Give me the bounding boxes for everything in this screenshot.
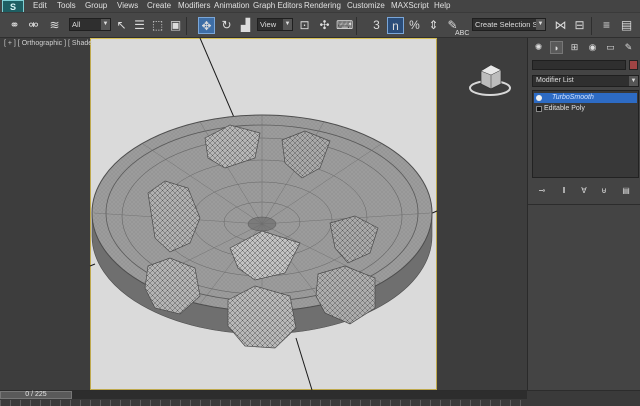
layer-manager-icon[interactable]: ≡ bbox=[598, 17, 615, 34]
pin-stack-icon[interactable]: ⊸ bbox=[536, 184, 548, 197]
motion-tab-icon[interactable]: ◉ bbox=[586, 41, 599, 54]
snap-toggle-icon[interactable]: 3 bbox=[368, 17, 385, 34]
timeline: 0 / 225 bbox=[0, 390, 640, 406]
select-scale-icon[interactable]: ▟ bbox=[237, 17, 254, 34]
menu-maxscript[interactable]: MAXScript bbox=[391, 1, 429, 10]
hierarchy-tab-icon[interactable]: ⊞ bbox=[568, 41, 581, 54]
expand-box-icon[interactable] bbox=[536, 106, 542, 112]
modifier-stack: TurboSmooth Editable Poly bbox=[532, 90, 639, 178]
menu-tools[interactable]: Tools bbox=[57, 1, 76, 10]
keyboard-shortcut-icon[interactable]: ⌨ bbox=[336, 17, 353, 34]
named-selection-dropdown[interactable]: Create Selection Se ▼ bbox=[472, 18, 546, 31]
select-by-name-icon[interactable]: ☰ bbox=[131, 17, 148, 34]
command-panel: ✺ ◗ ⊞ ◉ ▭ ✎ Modifier List ▼ TurboSmooth E… bbox=[527, 38, 640, 390]
make-unique-icon[interactable]: ∀ bbox=[578, 184, 590, 197]
link-icon[interactable]: ⚭ bbox=[6, 17, 23, 34]
menu-edit[interactable]: Edit bbox=[33, 1, 47, 10]
mirror-icon[interactable]: ⋈ bbox=[552, 17, 569, 34]
modifier-list-dropdown[interactable]: Modifier List ▼ bbox=[532, 75, 639, 87]
scene-render bbox=[89, 38, 438, 390]
select-move-icon[interactable]: ✥ bbox=[198, 17, 215, 34]
toolbar-separator bbox=[186, 17, 187, 35]
grid-axis-line bbox=[89, 263, 96, 267]
viewport-label[interactable]: [ + ] [ Orthographic ] [ Shade bbox=[4, 40, 92, 47]
unlink-icon[interactable]: ⚮ bbox=[25, 17, 42, 34]
show-end-result-icon[interactable]: ‖ bbox=[558, 184, 570, 197]
menu-modifiers[interactable]: Modifiers bbox=[178, 1, 210, 10]
align-icon[interactable]: ⊟ bbox=[571, 17, 588, 34]
rect-selection-icon[interactable]: ⬚ bbox=[149, 17, 166, 34]
track-bar[interactable] bbox=[0, 400, 527, 406]
menu-create[interactable]: Create bbox=[147, 1, 171, 10]
time-slider[interactable]: 0 / 225 bbox=[0, 391, 527, 399]
menu-rendering[interactable]: Rendering bbox=[304, 1, 341, 10]
menu-group[interactable]: Group bbox=[85, 1, 107, 10]
chevron-down-icon: ▼ bbox=[283, 19, 292, 30]
panel-divider bbox=[528, 204, 640, 205]
viewcube[interactable] bbox=[465, 58, 515, 98]
bind-space-warp-icon[interactable]: ≋ bbox=[46, 17, 63, 34]
menu-views[interactable]: Views bbox=[117, 1, 138, 10]
stack-tools: ⊸ ‖ ∀ ⊎ ▤ bbox=[532, 183, 639, 199]
abc-label: ABC bbox=[455, 30, 470, 37]
select-object-icon[interactable]: ↖ bbox=[113, 17, 130, 34]
modify-tab-icon[interactable]: ◗ bbox=[550, 41, 563, 54]
select-manipulate-icon[interactable]: ✣ bbox=[316, 17, 333, 34]
menu-graph-editors[interactable]: Graph Editors bbox=[253, 1, 302, 10]
selection-filter-dropdown[interactable]: All ▼ bbox=[69, 18, 111, 31]
display-tab-icon[interactable]: ▭ bbox=[604, 41, 617, 54]
chevron-down-icon: ▼ bbox=[536, 19, 545, 30]
stack-item-editable-poly[interactable]: Editable Poly bbox=[534, 104, 637, 114]
time-slider-handle[interactable]: 0 / 225 bbox=[0, 391, 72, 399]
grid-axis-line bbox=[295, 337, 313, 390]
configure-modifier-sets-icon[interactable]: ▤ bbox=[620, 184, 632, 197]
remove-modifier-icon[interactable]: ⊎ bbox=[598, 184, 610, 197]
menu-customize[interactable]: Customize bbox=[347, 1, 385, 10]
toolbar-separator bbox=[356, 17, 357, 35]
utilities-tab-icon[interactable]: ✎ bbox=[622, 41, 635, 54]
stack-item-turbosmooth[interactable]: TurboSmooth bbox=[534, 93, 637, 103]
menu-help[interactable]: Help bbox=[434, 1, 450, 10]
toolbar-separator bbox=[591, 17, 592, 35]
percent-snap-icon[interactable]: % bbox=[406, 17, 423, 34]
object-color-swatch[interactable] bbox=[629, 60, 638, 70]
object-name-field[interactable] bbox=[532, 60, 626, 70]
viewport-orthographic[interactable]: [ + ] [ Orthographic ] [ Shade bbox=[0, 38, 527, 390]
graphite-toolbar-icon[interactable]: ▤ bbox=[618, 17, 635, 34]
select-rotate-icon[interactable]: ↻ bbox=[218, 17, 235, 34]
bulb-icon[interactable] bbox=[536, 95, 542, 101]
angle-snap-icon[interactable]: n bbox=[387, 17, 404, 34]
menu-bar: S Edit Tools Group Views Create Modifier… bbox=[0, 0, 640, 14]
spinner-snap-icon[interactable]: ⇕ bbox=[425, 17, 442, 34]
chevron-down-icon: ▼ bbox=[629, 76, 638, 86]
create-tab-icon[interactable]: ✺ bbox=[532, 41, 545, 54]
pivot-center-icon[interactable]: ⊡ bbox=[296, 17, 313, 34]
chevron-down-icon: ▼ bbox=[101, 19, 110, 30]
menu-animation[interactable]: Animation bbox=[214, 1, 250, 10]
window-crossing-icon[interactable]: ▣ bbox=[167, 17, 184, 34]
reference-coord-dropdown[interactable]: View ▼ bbox=[257, 18, 293, 31]
main-toolbar: ⚭ ⚮ ≋ All ▼ ↖ ☰ ⬚ ▣ ✥ ↻ ▟ View ▼ ⊡ ✣ ⌨ 3 n… bbox=[0, 12, 640, 38]
